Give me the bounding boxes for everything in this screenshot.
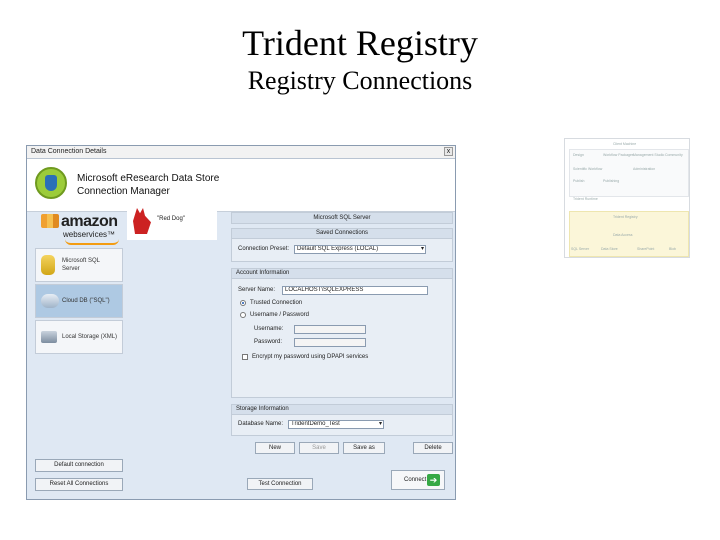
username-label: Username:	[254, 326, 284, 332]
sidebar-item-label-line1: Microsoft SQL	[62, 258, 101, 264]
sidebar-item-local-storage[interactable]: Local Storage (XML)	[35, 320, 123, 354]
architecture-diagram-thumbnail: Client Machine Design Workflow Packages …	[564, 138, 690, 258]
amazon-web-services-logo[interactable]: amazon webservices™	[37, 212, 125, 245]
new-button[interactable]: New	[255, 442, 295, 454]
saved-connections-heading: Saved Connections	[232, 229, 452, 239]
database-name-value: TridentDemo_Test	[291, 421, 340, 427]
header-line-2: Connection Manager	[77, 186, 170, 197]
cloud-icon	[41, 294, 59, 308]
chevron-down-icon: ▾	[378, 421, 382, 427]
sidebar-item-label: Microsoft SQL Server	[62, 257, 100, 273]
thumb-label: Publish	[573, 179, 585, 183]
panel-title: Microsoft SQL Server	[231, 212, 453, 224]
encrypt-password-label: Encrypt my password using DPAPI services	[252, 354, 369, 360]
slide-title: Trident Registry	[242, 23, 478, 63]
save-as-button[interactable]: Save as	[343, 442, 385, 454]
thumb-label: Workflow Packages	[603, 153, 634, 157]
thumb-label: SQL Server	[571, 247, 590, 251]
flask-logo-icon	[35, 167, 67, 199]
delete-button[interactable]: Delete	[413, 442, 453, 454]
arrow-right-icon: ➔	[427, 474, 440, 486]
thumb-label: Scientific Workflow	[573, 167, 603, 171]
thumb-label: Management Studio	[633, 153, 665, 157]
default-connection-button[interactable]: Default connection	[35, 459, 123, 472]
thumb-label: Blob	[669, 247, 677, 251]
trusted-connection-radio[interactable]	[240, 300, 246, 306]
aws-word: amazon	[61, 213, 118, 230]
password-input[interactable]	[294, 338, 366, 347]
reset-all-connections-button[interactable]: Reset All Connections	[35, 478, 123, 491]
server-name-input[interactable]: LOCALHOST\SQLEXPRESS	[282, 286, 428, 295]
trusted-connection-label: Trusted Connection	[250, 300, 303, 306]
password-label: Password:	[254, 339, 283, 345]
provider-sidebar: amazon webservices™ Microsoft SQL Server…	[35, 212, 123, 495]
connect-label: Connect	[404, 477, 427, 483]
sidebar-item-label: Local Storage (XML)	[62, 334, 118, 340]
thumb-label: Trident Runtime	[573, 197, 598, 201]
account-information-section: Account Information Server Name: LOCALHO…	[231, 268, 453, 398]
test-connection-button[interactable]: Test Connection	[247, 478, 313, 490]
server-name-label: Server Name:	[238, 287, 276, 293]
close-icon[interactable]: x	[444, 147, 453, 156]
window-title: Data Connection Details	[31, 148, 107, 155]
thumb-label: Administration	[633, 167, 656, 171]
aws-cubes-icon	[41, 214, 59, 228]
sidebar-item-label-line2: Server	[62, 266, 80, 272]
saved-connections-section: Saved Connections Connection Preset: Def…	[231, 228, 453, 262]
database-name-label: Database Name:	[238, 421, 284, 427]
window-header: Microsoft eResearch Data Store Connectio…	[27, 159, 455, 212]
database-name-select[interactable]: TridentDemo_Test ▾	[288, 420, 384, 429]
save-button[interactable]: Save	[299, 442, 339, 454]
window-titlebar: Data Connection Details x	[27, 146, 455, 159]
database-icon	[41, 255, 55, 275]
connection-manager-window: Data Connection Details x Microsoft eRes…	[26, 145, 456, 500]
slide-subtitle: Registry Connections	[247, 66, 473, 95]
red-dog-label: "Red Dog"	[157, 216, 185, 222]
thumb-label: Data Store	[601, 247, 618, 251]
sidebar-item-label: Cloud DB ("SQL")	[62, 298, 110, 304]
thumb-title: Client Machine	[613, 142, 637, 146]
sidebar-item-cloud-db[interactable]: Cloud DB ("SQL")	[35, 284, 123, 318]
thumb-label: Data Access	[613, 233, 633, 237]
connection-preset-value: Default SQL Express (LOCAL)	[297, 246, 379, 252]
connect-button[interactable]: Connect ➔	[391, 470, 445, 490]
aws-subtitle: webservices™	[63, 230, 116, 239]
storage-information-heading: Storage Information	[232, 405, 452, 415]
red-dog-provider[interactable]: "Red Dog"	[127, 204, 217, 240]
disk-icon	[41, 331, 57, 343]
username-input[interactable]	[294, 325, 366, 334]
username-password-label: Username / Password	[250, 312, 310, 318]
red-dog-icon	[133, 208, 151, 234]
account-information-heading: Account Information	[232, 269, 452, 279]
connection-preset-select[interactable]: Default SQL Express (LOCAL) ▾	[294, 245, 426, 254]
thumb-registry-title: Trident Registry	[613, 215, 638, 219]
connection-preset-label: Connection Preset:	[238, 246, 290, 252]
aws-smile-icon	[65, 239, 119, 245]
thumb-label: Community	[665, 153, 683, 157]
thumb-label: SharePoint	[637, 247, 655, 251]
thumb-label: Design	[573, 153, 584, 157]
thumb-label: Publishing	[603, 179, 620, 183]
sidebar-item-sql-server[interactable]: Microsoft SQL Server	[35, 248, 123, 282]
username-password-radio[interactable]	[240, 312, 246, 318]
header-line-1: Microsoft eResearch Data Store	[77, 173, 220, 184]
storage-information-section: Storage Information Database Name: Tride…	[231, 404, 453, 436]
connection-settings-panel: Microsoft SQL Server Saved Connections C…	[225, 212, 457, 495]
chevron-down-icon: ▾	[420, 246, 424, 252]
header-text: Microsoft eResearch Data Store Connectio…	[77, 172, 219, 198]
encrypt-password-checkbox[interactable]	[242, 354, 248, 360]
panel-title-text: Microsoft SQL Server	[313, 215, 371, 221]
